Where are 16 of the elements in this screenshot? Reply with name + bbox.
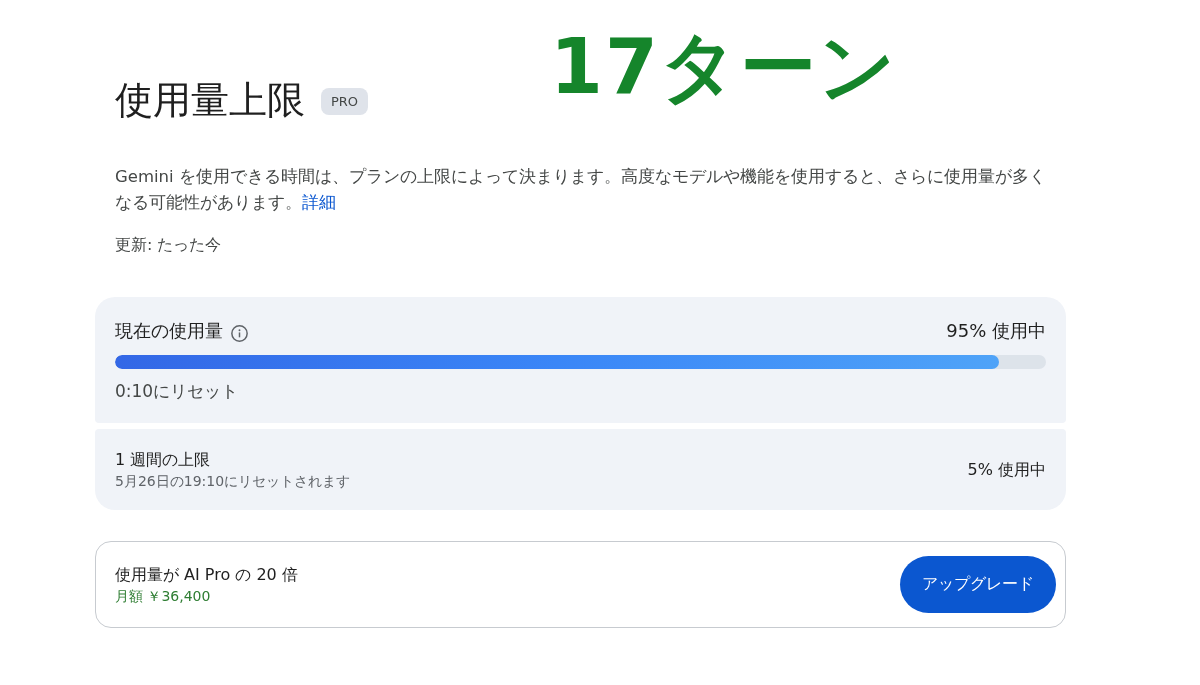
plan-price: 月額 ￥36,400 <box>115 586 211 606</box>
details-link[interactable]: 詳細 <box>302 193 336 212</box>
upgrade-button[interactable]: アップグレード <box>900 556 1056 613</box>
usage-reading: 95% 使用中 <box>946 319 1046 343</box>
updated-text: 更新: たった今 <box>114 234 223 256</box>
plan-offer-text: 使用量が AI Pro の 20 倍 <box>115 563 298 586</box>
limit-title: 1 週間の上限 <box>115 449 211 471</box>
plan-badge: PRO <box>321 87 369 115</box>
reset-time: 0:10にリセット <box>115 380 240 403</box>
handwritten-annotation: 17ターン <box>550 22 898 112</box>
limit-title: 現在の使用量 <box>115 319 223 343</box>
page-title: 使用量上限 <box>115 78 305 122</box>
reset-time: 5月26日の19:10にリセットされます <box>115 472 351 491</box>
info-icon[interactable] <box>231 324 248 342</box>
usage-reading: 5% 使用中 <box>967 459 1046 481</box>
description-text: Gemini を使用できる時間は、プランの上限によって決まります。高度なモデルや機能を使用すると、さらに使用量が多くなる可能性があります。詳細 <box>114 166 1047 214</box>
